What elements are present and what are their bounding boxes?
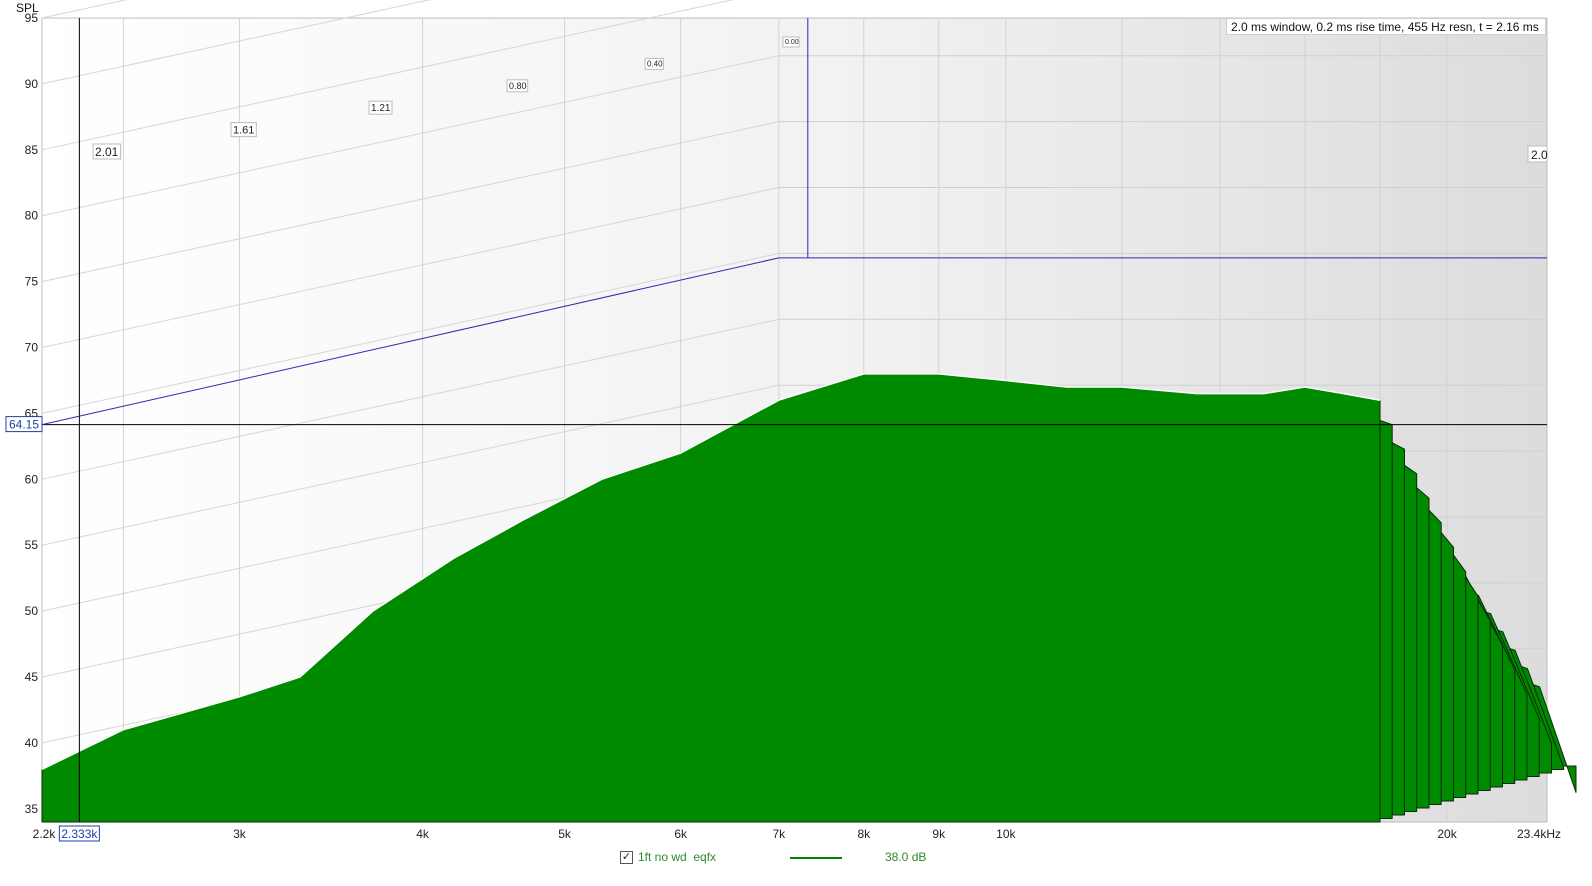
x-tick-label: 20k [1437, 827, 1457, 841]
x-tick-label: 10k [996, 827, 1016, 841]
x-tick-label: 7k [772, 827, 786, 841]
x-tick-label: 2.2k [33, 827, 57, 841]
y-tick-label: 35 [25, 802, 39, 816]
info-box: 2.0 ms window, 0.2 ms rise time, 455 Hz … [1226, 18, 1546, 35]
y-tick-label: 75 [25, 275, 39, 289]
time-axis-label: 2.01 [95, 145, 119, 159]
time-axis-label: 0.00 [785, 39, 799, 46]
y-tick-label: 45 [25, 670, 39, 684]
x-tick-label: 3k [233, 827, 247, 841]
y-tick-label: 55 [25, 538, 39, 552]
y-tick-label: 70 [25, 341, 39, 355]
y-tick-label: 90 [25, 77, 39, 91]
x-tick-label: 6k [674, 827, 688, 841]
legend-swatch [790, 857, 842, 859]
y-tick-label: 85 [25, 143, 39, 157]
y-tick-label: 60 [25, 472, 39, 486]
y-tick-label: 95 [25, 11, 39, 25]
x-tick-label: 9k [932, 827, 946, 841]
waterfall-chart: SPL959085807570656055504540352.2k 3k 4k 5k 6… [5, 0, 1577, 842]
x-tick-label: 23.4kHz [1517, 827, 1561, 841]
legend-series-name: 1ft no wd eqfx [638, 850, 717, 864]
y-tick-label: 50 [25, 604, 39, 618]
cursor-y-readout: 64.15 [9, 418, 39, 432]
x-tick-label: 4k [416, 827, 430, 841]
legend-value: 38.0 dB [885, 850, 927, 864]
right-edge-label: 2.0 [1531, 148, 1548, 162]
x-tick-label: 5k [558, 827, 572, 841]
y-tick-label: 40 [25, 736, 39, 750]
floor-gridline [41, 0, 128, 19]
x-tick-label: 8k [857, 827, 871, 841]
time-axis-label: 1.21 [371, 103, 391, 114]
time-axis-label: 0.80 [509, 81, 527, 91]
legend-checkbox[interactable]: ✓ [620, 851, 633, 864]
time-axis-label: 1.61 [233, 125, 254, 137]
cursor-x-readout: 2.333k [61, 827, 98, 841]
legend: ✓ 1ft no wd eqfx 38.0 dB [620, 849, 1020, 869]
time-axis-label: 0.40 [647, 59, 663, 68]
y-tick-label: 80 [25, 209, 39, 223]
